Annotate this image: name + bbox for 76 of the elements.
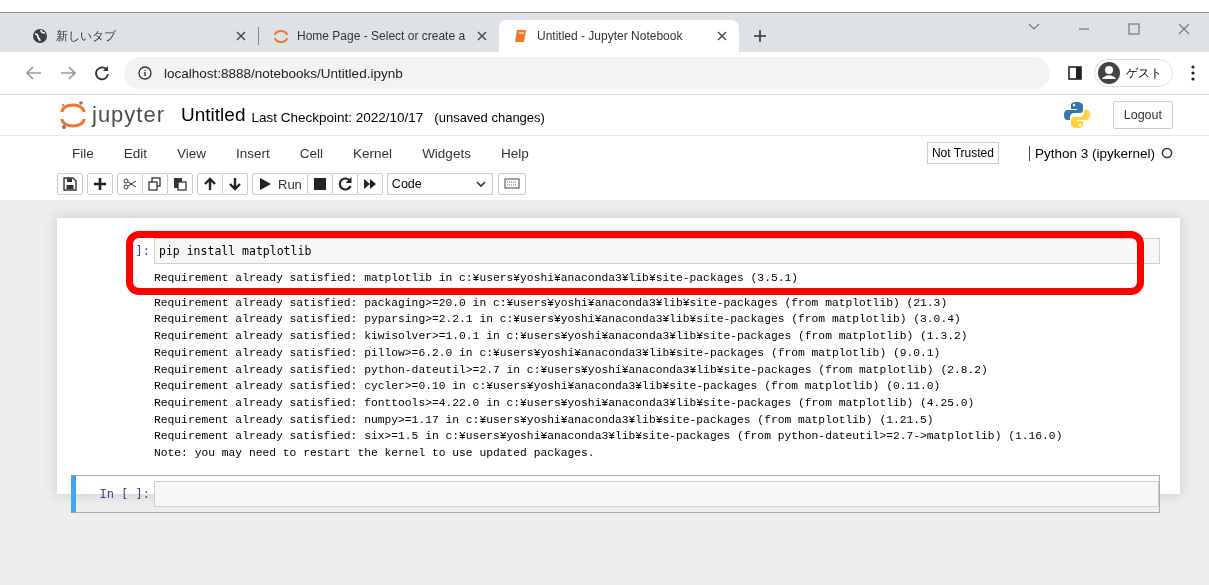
menu-item[interactable]: Widgets — [407, 145, 486, 161]
arrow-up-icon — [203, 177, 217, 191]
menu-item[interactable]: Help — [485, 145, 544, 161]
python-logo-icon — [1062, 101, 1091, 129]
notebook-title[interactable]: Untitled — [181, 104, 246, 126]
person-icon — [1098, 62, 1120, 84]
chevron-down-icon[interactable] — [1028, 23, 1040, 31]
scissors-icon — [123, 177, 137, 191]
toolbar-button[interactable] — [306, 173, 333, 195]
output-line: Requirement already satisfied: cycler>=0.10 in c:¥users¥yoshi¥anaconda3¥lib¥site-packages (from matplotlib) (0.11.0) — [154, 379, 942, 395]
plus-icon — [93, 177, 107, 191]
output-line: Requirement already satisfied: pyparsing>=2.2.1 in c:¥users¥yoshi¥anaconda3¥lib¥site-packages (from matplotlib) (3.0.4) — [154, 312, 962, 328]
new-tab-icon[interactable] — [753, 29, 767, 43]
output-line: Requirement already satisfied: matplotlib in c:¥users¥yoshi¥anaconda3¥lib¥site-packages (3.5.1) — [154, 271, 800, 286]
browser-tab[interactable]: Home Page - Select or create a — [259, 20, 499, 52]
kernel-idle-icon — [1161, 147, 1173, 159]
maximize-icon[interactable] — [1128, 23, 1140, 35]
toolbar-button[interactable] — [222, 173, 248, 195]
browser-tab[interactable]: Untitled - Jupyter Notebook — [499, 20, 739, 52]
back-arrow-icon[interactable] — [26, 66, 42, 80]
output-line: Requirement already satisfied: six>=1.5 in c:¥users¥yoshi¥anaconda3¥lib¥site-packages (from python-dateutil>=2.7->matplotlib) (1.16.0) — [154, 429, 1064, 445]
output-line: Requirement already satisfied: packaging>=20.0 in c:¥users¥yoshi¥anaconda3¥lib¥site-packages (from matplotlib) (21.3) — [154, 295, 949, 311]
toolbar-button[interactable] — [87, 173, 113, 195]
chevron-down-icon — [475, 180, 486, 188]
notebook-icon — [513, 28, 529, 44]
menu-item[interactable]: View — [162, 145, 222, 161]
menu-item[interactable]: Edit — [108, 145, 163, 161]
browser-tab[interactable]: 新しいタブ — [18, 20, 258, 52]
trust-indicator[interactable]: Not Trusted — [926, 142, 999, 164]
play-icon — [258, 177, 272, 191]
menu-item[interactable]: Cell — [284, 145, 339, 161]
menu-item[interactable]: File — [57, 145, 109, 161]
menu-item[interactable]: Insert — [221, 145, 285, 161]
save-status: (unsaved changes) — [434, 110, 545, 125]
output-line: Requirement already satisfied: numpy>=1.17 in c:¥users¥yoshi¥anaconda3¥lib¥site-packages (from matplotlib) (1.21.5) — [154, 412, 935, 428]
globe-icon — [32, 28, 48, 44]
close-icon[interactable] — [477, 31, 487, 41]
output-line: Note: you may need to restart the kernel to use updated packages. — [154, 446, 596, 462]
logout-button[interactable]: Logout — [1112, 101, 1173, 129]
close-icon[interactable] — [236, 31, 246, 41]
info-icon — [138, 66, 152, 80]
run-button[interactable]: Run — [252, 173, 308, 195]
toolbar-button[interactable] — [356, 173, 383, 195]
toolbar-button[interactable] — [167, 173, 193, 195]
arrow-down-icon — [228, 177, 242, 191]
restart-icon — [337, 177, 352, 191]
toolbar-button[interactable] — [57, 173, 83, 195]
input-prompt: ]: — [135, 244, 150, 258]
side-panel-icon[interactable] — [1068, 66, 1082, 80]
more-menu-icon[interactable] — [1191, 65, 1195, 81]
cell-type-dropdown[interactable]: Code — [386, 173, 493, 195]
output-line: Requirement already satisfied: kiwisolver>=1.0.1 in c:¥users¥yoshi¥anaconda3¥lib¥site-packages (from matplotlib) (1.3.2) — [154, 329, 969, 345]
menu-item[interactable]: Kernel — [338, 145, 408, 161]
save-icon — [63, 177, 77, 191]
fast-forward-icon — [362, 177, 377, 191]
output-line: Requirement already satisfied: pillow>=6.2.0 in c:¥users¥yoshi¥anaconda3¥lib¥site-packages (from matplotlib) (9.0.1) — [154, 345, 942, 361]
stop-icon — [312, 177, 327, 191]
checkpoint-text: Last Checkpoint: 2022/10/17 — [251, 110, 424, 125]
output-line: Requirement already satisfied: python-dateutil>=2.7 in c:¥users¥yoshi¥anaconda3¥lib¥site-packages (from matplotlib) (2.8.2) — [154, 362, 989, 378]
toolbar-button[interactable] — [197, 173, 223, 195]
reload-icon[interactable] — [94, 65, 110, 81]
output-line: Requirement already satisfied: fonttools>=4.22.0 in c:¥users¥yoshi¥anaconda3¥lib¥site-packages (from matplotlib) (4.25.0) — [154, 395, 976, 411]
toolbar-button[interactable] — [331, 173, 358, 195]
paste-icon — [173, 177, 187, 191]
copy-icon — [148, 177, 162, 191]
keyboard-icon — [503, 177, 520, 191]
code-editor[interactable]: pip install matplotlib — [154, 238, 1160, 264]
input-prompt: In [ ]: — [99, 486, 150, 501]
kernel-name[interactable]: Python 3 (ipykernel) — [1028, 145, 1155, 161]
close-icon[interactable] — [717, 31, 727, 41]
logo-text: jupyter — [92, 102, 166, 128]
forward-arrow-icon[interactable] — [60, 66, 76, 80]
code-cell[interactable]: In [ ]: — [71, 474, 1160, 513]
address-field[interactable]: localhost:8888/notebooks/Untitled.ipynb — [124, 57, 1050, 89]
jupyter-logo-icon — [273, 28, 289, 44]
jupyter-logo-icon — [60, 100, 86, 130]
